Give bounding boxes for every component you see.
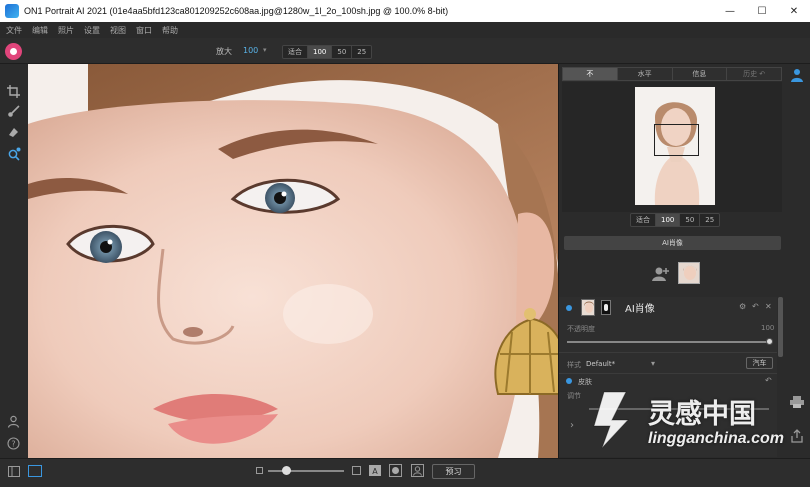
face-overlay-icon[interactable] [411, 464, 424, 479]
skin-slider[interactable] [589, 408, 769, 410]
window-title: ON1 Portrait AI 2021 (01e4aa5bfd123ca801… [24, 6, 449, 16]
skin-label: 皮肤 [578, 378, 592, 386]
skin-enabled-dot[interactable] [566, 378, 572, 384]
layer-face-thumb [581, 299, 595, 316]
layer-mask-thumb[interactable] [601, 300, 611, 315]
brush-size-large-icon [352, 466, 361, 477]
minimize-button[interactable]: — [714, 0, 746, 22]
auto-button[interactable]: 汽车 [746, 357, 773, 369]
panel-tabs: 不 水平 信息 历史 ↶ [562, 67, 782, 81]
opacity-value: 100 [761, 324, 775, 332]
expand-chevron-icon[interactable]: › [570, 420, 574, 431]
menu-file[interactable]: 文件 [6, 25, 22, 36]
ai-portrait-button[interactable]: AI肖像 [564, 236, 781, 250]
right-panel: 不 水平 信息 历史 ↶ 适合 100 50 25 AI肖像 AI肖像 ⚙ ↶ … [558, 64, 784, 458]
mask-view-icon[interactable] [389, 464, 402, 479]
tab-navigator[interactable]: 不 [563, 68, 618, 80]
zoom-100-button[interactable]: 100 [308, 46, 333, 58]
opacity-slider[interactable] [567, 341, 769, 343]
share-icon[interactable] [790, 429, 804, 445]
close-layer-icon[interactable]: ✕ [765, 302, 772, 311]
nav-zoom-fit-button[interactable]: 适合 [631, 214, 656, 226]
navigator-area [562, 82, 782, 212]
ai-portrait-adjustments: AI肖像 ⚙ ↶ ✕ 不透明度 100 样式 Default* ▾ 汽车 皮肤 … [559, 297, 777, 457]
settings-gear-icon[interactable]: ⚙ [739, 302, 746, 311]
layer-enabled-dot[interactable] [566, 305, 572, 311]
layer-title: AI肖像 [625, 304, 655, 315]
navigator-thumbnail[interactable] [635, 87, 715, 205]
face-selector-row [559, 260, 785, 290]
zoom-segmented-control: 适合 100 50 25 [282, 45, 373, 59]
preview-button[interactable]: 预习 [432, 464, 475, 479]
left-tool-strip: ? [0, 64, 28, 458]
menu-settings[interactable]: 设置 [84, 25, 100, 36]
brush-tool-icon[interactable] [6, 104, 21, 119]
opacity-slider-knob[interactable] [766, 338, 773, 345]
style-dropdown[interactable]: Default* [586, 360, 615, 368]
skin-sub-label: 调节 [567, 392, 581, 400]
menu-bar: 文件 编辑 照片 设置 视图 窗口 帮助 [0, 22, 810, 38]
zoom-fit-button[interactable]: 适合 [283, 46, 308, 58]
style-label: 样式 [567, 361, 581, 369]
zoom-25-button[interactable]: 25 [352, 46, 372, 58]
top-toolbar: 放大 100 ▾ 适合 100 50 25 [0, 38, 810, 64]
user-avatar[interactable] [5, 43, 22, 60]
panel-toggle-icon[interactable] [8, 466, 20, 479]
skin-reset-icon[interactable]: ↶ [765, 376, 772, 385]
menu-view[interactable]: 视图 [110, 25, 126, 36]
photo-canvas[interactable] [28, 64, 558, 458]
reset-icon[interactable]: ↶ [752, 302, 759, 311]
zoom-value[interactable]: 100 [243, 46, 258, 55]
navigator-zoom-control: 适合 100 50 25 [630, 213, 721, 227]
svg-text:A: A [372, 467, 378, 476]
people-icon[interactable] [6, 414, 21, 429]
zoom-dropdown-icon[interactable]: ▾ [263, 46, 267, 54]
app-logo-icon [5, 4, 19, 18]
nav-zoom-50-button[interactable]: 50 [680, 214, 701, 226]
menu-window[interactable]: 窗口 [136, 25, 152, 36]
menu-photo[interactable]: 照片 [58, 25, 74, 36]
retouch-tool-icon[interactable] [6, 124, 21, 139]
print-icon[interactable] [790, 396, 804, 410]
brush-size-small-icon [256, 467, 263, 476]
portrait-photo [28, 64, 558, 458]
tab-history-label: 历史 [743, 70, 758, 78]
navigator-view-box[interactable] [654, 124, 699, 156]
before-after-icon[interactable]: A [369, 465, 381, 478]
brush-size-slider-knob[interactable] [282, 466, 291, 475]
title-bar: ON1 Portrait AI 2021 (01e4aa5bfd123ca801… [0, 0, 810, 22]
opacity-label: 不透明度 [567, 325, 595, 333]
svg-text:?: ? [11, 439, 15, 448]
tab-info[interactable]: 信息 [672, 68, 728, 80]
nav-zoom-100-button[interactable]: 100 [656, 214, 681, 226]
face-detect-tool-icon[interactable] [6, 146, 21, 161]
crop-tool-icon[interactable] [6, 84, 21, 99]
right-tool-strip [784, 64, 810, 458]
zoom-label: 放大 [216, 47, 232, 56]
panel-scrollbar[interactable] [778, 297, 783, 357]
tab-levels[interactable]: 水平 [617, 68, 673, 80]
face-thumbnail[interactable] [678, 262, 700, 284]
portrait-person-icon[interactable] [790, 68, 804, 84]
nav-zoom-25-button[interactable]: 25 [700, 214, 720, 226]
single-view-icon[interactable] [28, 465, 42, 479]
menu-help[interactable]: 帮助 [162, 25, 178, 36]
menu-edit[interactable]: 编辑 [32, 25, 48, 36]
zoom-50-button[interactable]: 50 [332, 46, 353, 58]
tab-history[interactable]: 历史 ↶ [727, 68, 781, 80]
maximize-button[interactable]: ☐ [746, 0, 778, 22]
user-icon [10, 48, 17, 55]
close-button[interactable]: ✕ [778, 0, 810, 22]
bottom-bar: A 预习 [0, 458, 810, 487]
brush-size-slider[interactable] [268, 470, 344, 472]
style-dropdown-icon[interactable]: ▾ [651, 359, 655, 368]
add-face-icon[interactable] [652, 266, 670, 284]
help-icon[interactable]: ? [6, 436, 21, 451]
